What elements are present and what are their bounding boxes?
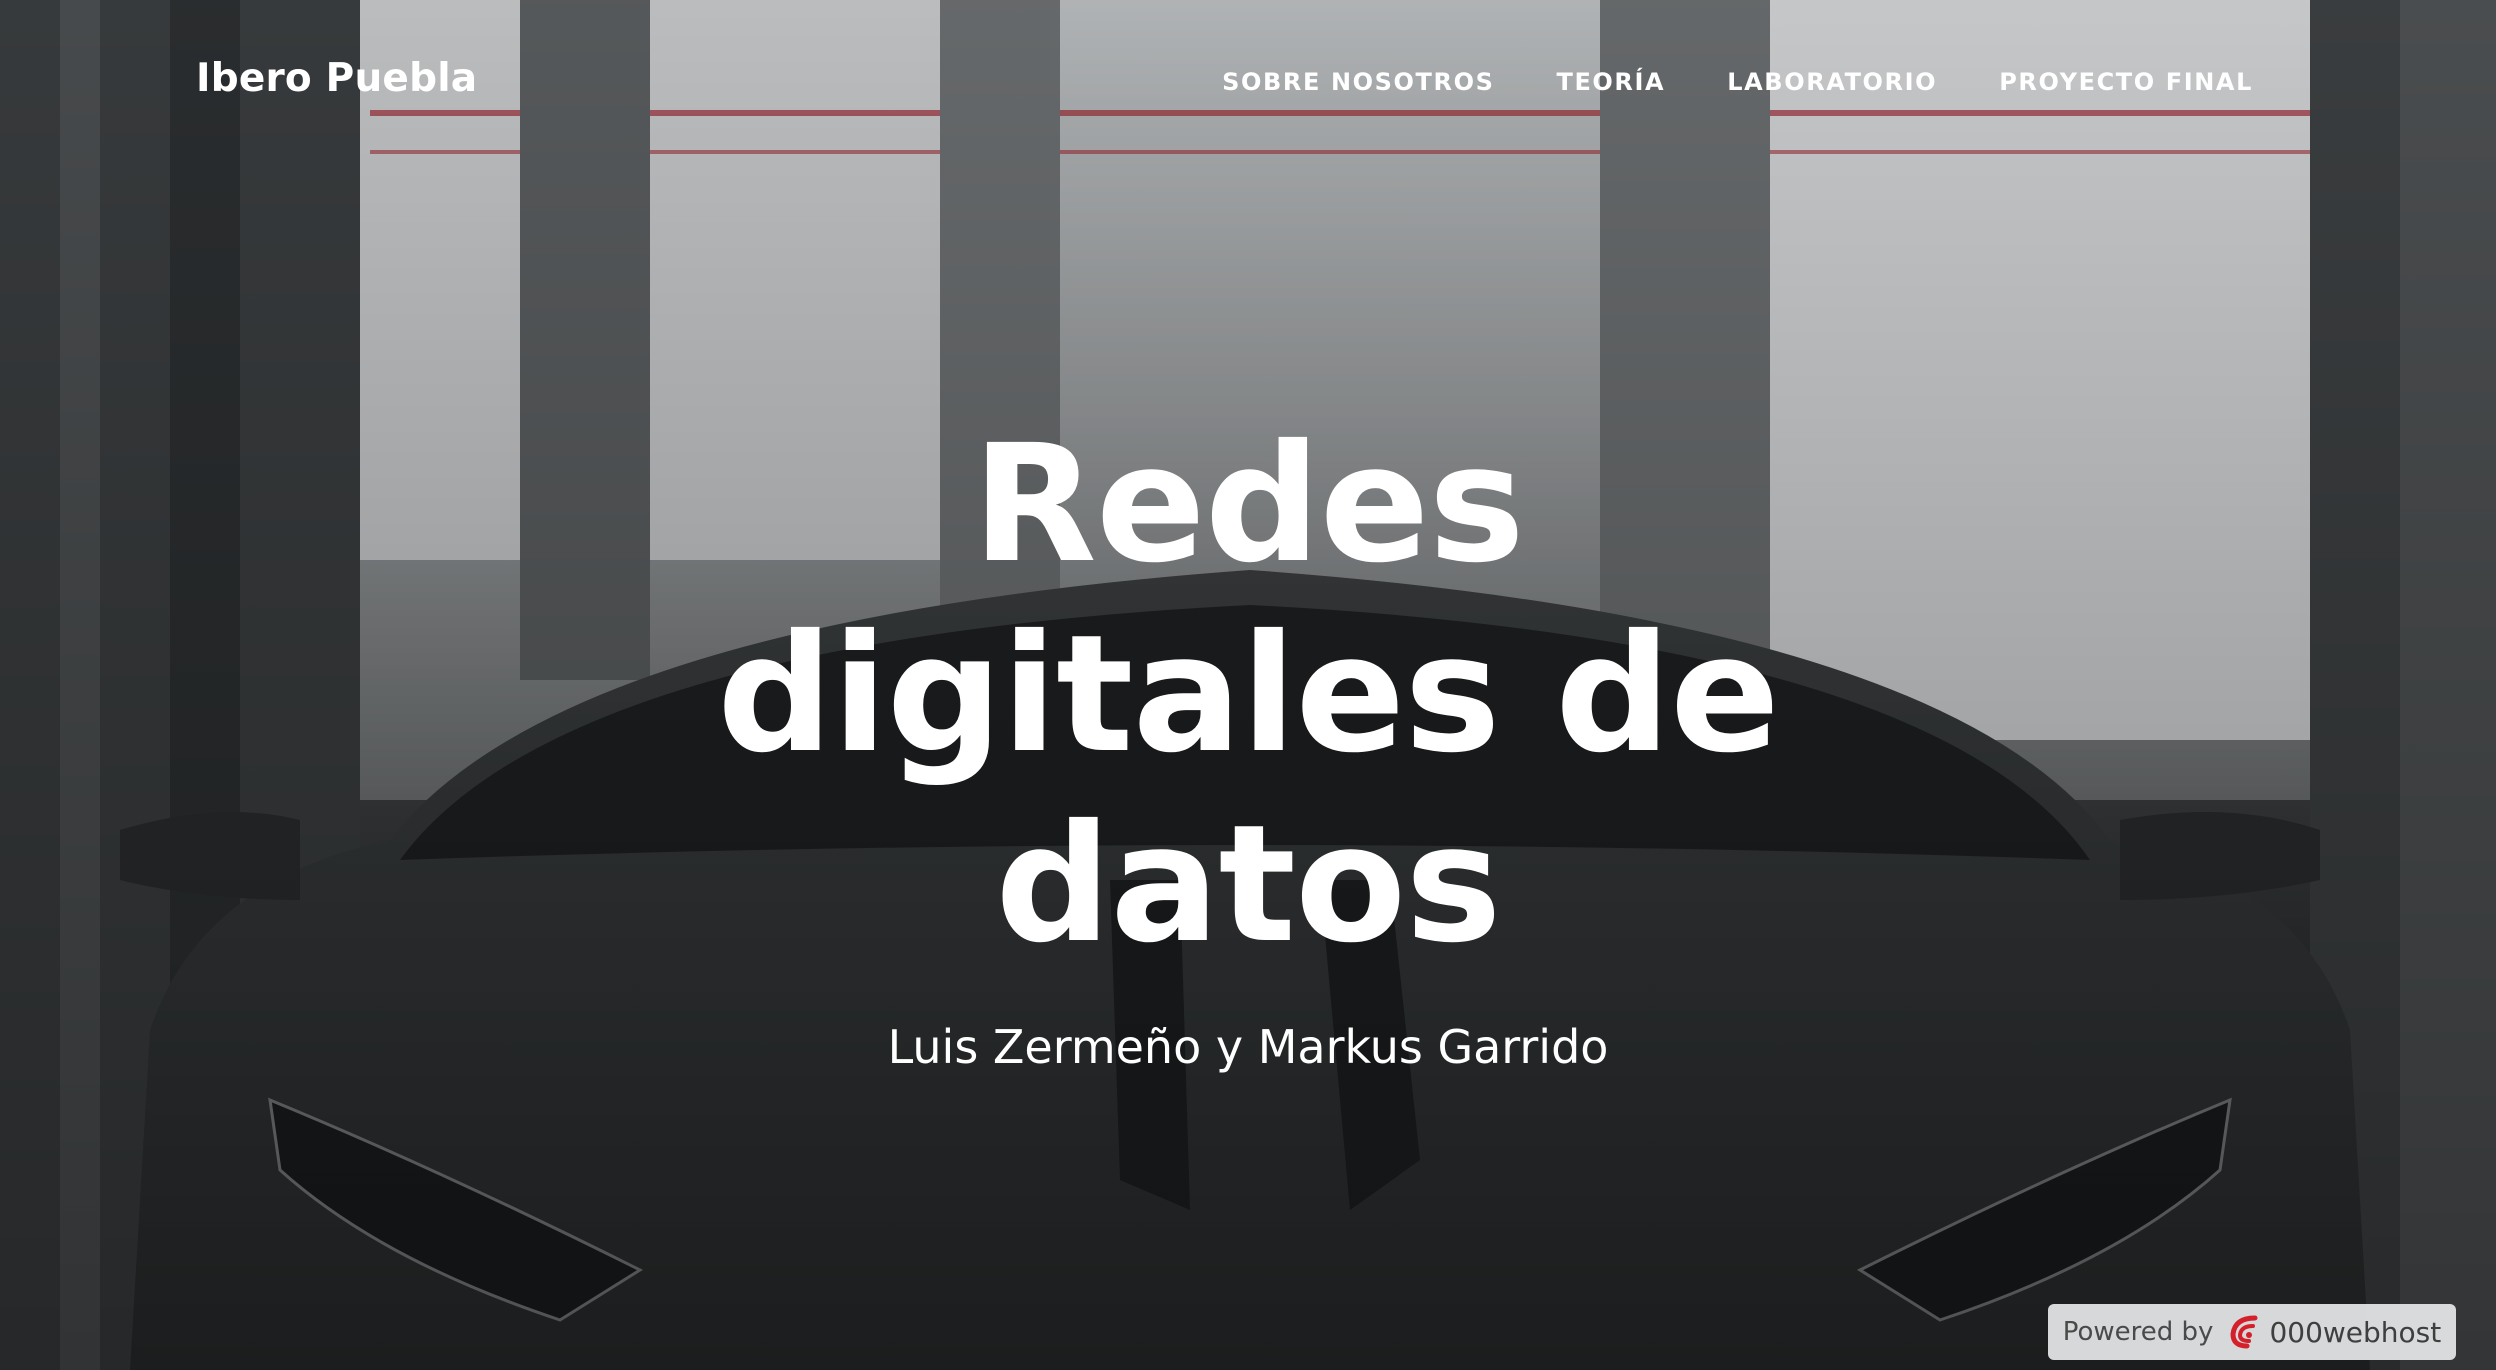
masthead: Redes digitales de datos Luis Zermeño y … — [0, 410, 2496, 1074]
nav-item-proyecto-final: PROYECTO FINAL — [1999, 68, 2253, 96]
nav-item-teoria: TEORÍA — [1556, 68, 1665, 96]
hero-section: Ibero Puebla SOBRE NOSOTROS TEORÍA LABOR… — [0, 0, 2496, 1370]
nav-link-teoria[interactable]: TEORÍA — [1556, 68, 1665, 96]
provider-name: 000webhost — [2269, 1315, 2442, 1349]
nav-link-sobre-nosotros[interactable]: SOBRE NOSOTROS — [1222, 68, 1494, 96]
nav-item-laboratorio: LABORATORIO — [1727, 68, 1937, 96]
brand-link[interactable]: Ibero Puebla — [196, 56, 477, 101]
nav-links: SOBRE NOSOTROS TEORÍA LABORATORIO PROYEC… — [1222, 68, 2253, 96]
page-subtitle: Luis Zermeño y Markus Garrido — [887, 1020, 1609, 1074]
provider-logo: 000webhost — [2225, 1312, 2441, 1352]
nav-item-sobre-nosotros: SOBRE NOSOTROS — [1222, 68, 1494, 96]
page-title: Redes digitales de datos — [717, 411, 1780, 979]
webhost-swirl-icon — [2230, 1315, 2258, 1349]
powered-by-label: Powered by — [2062, 1317, 2214, 1347]
powered-by-badge[interactable]: Powered by 000webhost — [2048, 1304, 2456, 1360]
nav-link-laboratorio[interactable]: LABORATORIO — [1727, 68, 1937, 96]
main-navbar: Ibero Puebla SOBRE NOSOTROS TEORÍA LABOR… — [0, 0, 2496, 166]
nav-link-proyecto-final[interactable]: PROYECTO FINAL — [1999, 68, 2253, 96]
